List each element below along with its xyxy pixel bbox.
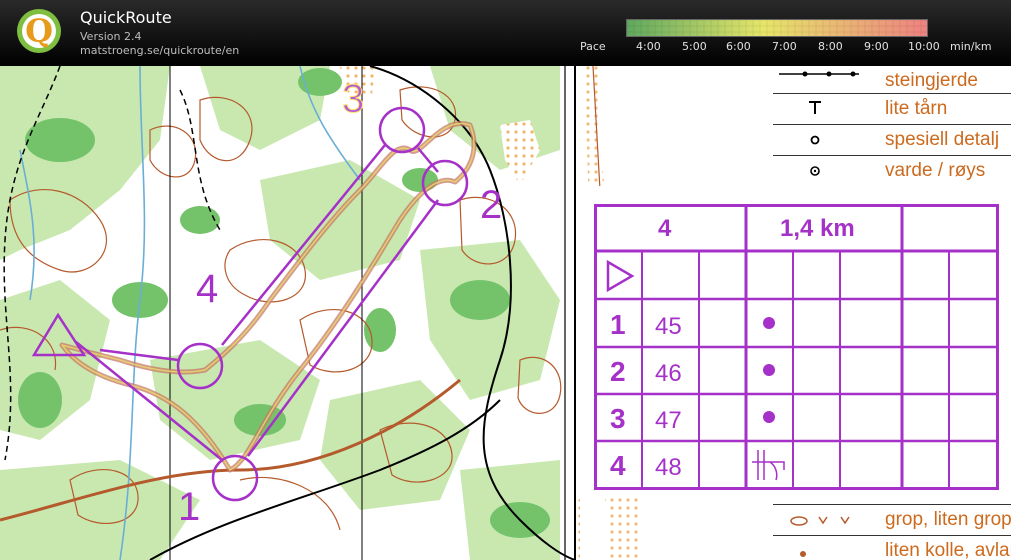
svg-text:Q: Q [25, 12, 53, 50]
app-title: QuickRoute [80, 8, 172, 27]
pace-tick: 6:00 [726, 40, 751, 53]
control-number-1: 1 [178, 485, 200, 529]
legend-label: lite tårn [885, 98, 948, 119]
app-header: Q QuickRoute Version 2.4 matstroeng.se/q… [0, 0, 1011, 66]
control-row-number: 4 [610, 450, 626, 481]
pace-tick: 5:00 [682, 40, 707, 53]
pit-icon [790, 516, 850, 526]
control-code: 48 [655, 454, 682, 481]
legend-row: lite tårn [773, 93, 1011, 124]
control-row-number: 1 [610, 309, 626, 340]
control-row-number: 3 [610, 403, 626, 434]
control-code: 47 [655, 407, 682, 434]
legend-label: grop, liten grop [885, 509, 1011, 530]
feature-dot-icon [763, 364, 775, 376]
control-number-3: 3 [342, 77, 364, 121]
control-code: 46 [655, 360, 682, 387]
event-number: 4 [658, 215, 672, 242]
control-code: 45 [655, 313, 682, 340]
pace-tick: 4:00 [636, 40, 661, 53]
control-number-2: 2 [480, 183, 502, 227]
pace-label: Pace [580, 40, 606, 53]
knoll-icon [800, 551, 806, 557]
control-row-number: 2 [610, 356, 626, 387]
legend-row: liten kolle, avlang [773, 535, 1011, 560]
start-triangle-icon [606, 259, 635, 293]
legend-row: varde / røys [773, 155, 1011, 186]
legend-label: varde / røys [885, 160, 986, 181]
feature-dot-icon [763, 411, 775, 423]
legend-row: spesiell detalj [773, 124, 1011, 155]
course-length: 1,4 km [780, 215, 855, 242]
legend-label: steingjerde [885, 70, 978, 91]
control-number-4: 4 [196, 267, 218, 311]
legend-label: spesiell detalj [885, 129, 1000, 150]
pace-tick: 9:00 [864, 40, 889, 53]
pace-color-scale [626, 19, 928, 37]
app-version: Version 2.4 [80, 30, 142, 43]
cairn-icon [810, 166, 820, 176]
small-tower-icon [809, 101, 821, 114]
app-url[interactable]: matstroeng.se/quickroute/en [80, 44, 239, 57]
special-feature-icon [810, 135, 820, 145]
quickroute-logo-icon: Q [17, 9, 61, 53]
feature-dot-icon [763, 317, 775, 329]
control-description-sheet: 4 1,4 km 1 45 2 46 3 47 4 48 [582, 186, 1011, 496]
stone-wall-icon [779, 71, 859, 77]
legend-label: liten kolle, avlang [885, 540, 1011, 560]
pace-tick: 7:00 [772, 40, 797, 53]
pace-tick: 8:00 [818, 40, 843, 53]
pace-tick: 10:00 [908, 40, 940, 53]
description-grid [594, 204, 999, 490]
legend-row: steingjerde [773, 66, 1011, 96]
pace-unit: min/km [950, 40, 992, 53]
feature-tower-icon [752, 450, 785, 481]
legend-row: grop, liten grop [773, 504, 1011, 535]
